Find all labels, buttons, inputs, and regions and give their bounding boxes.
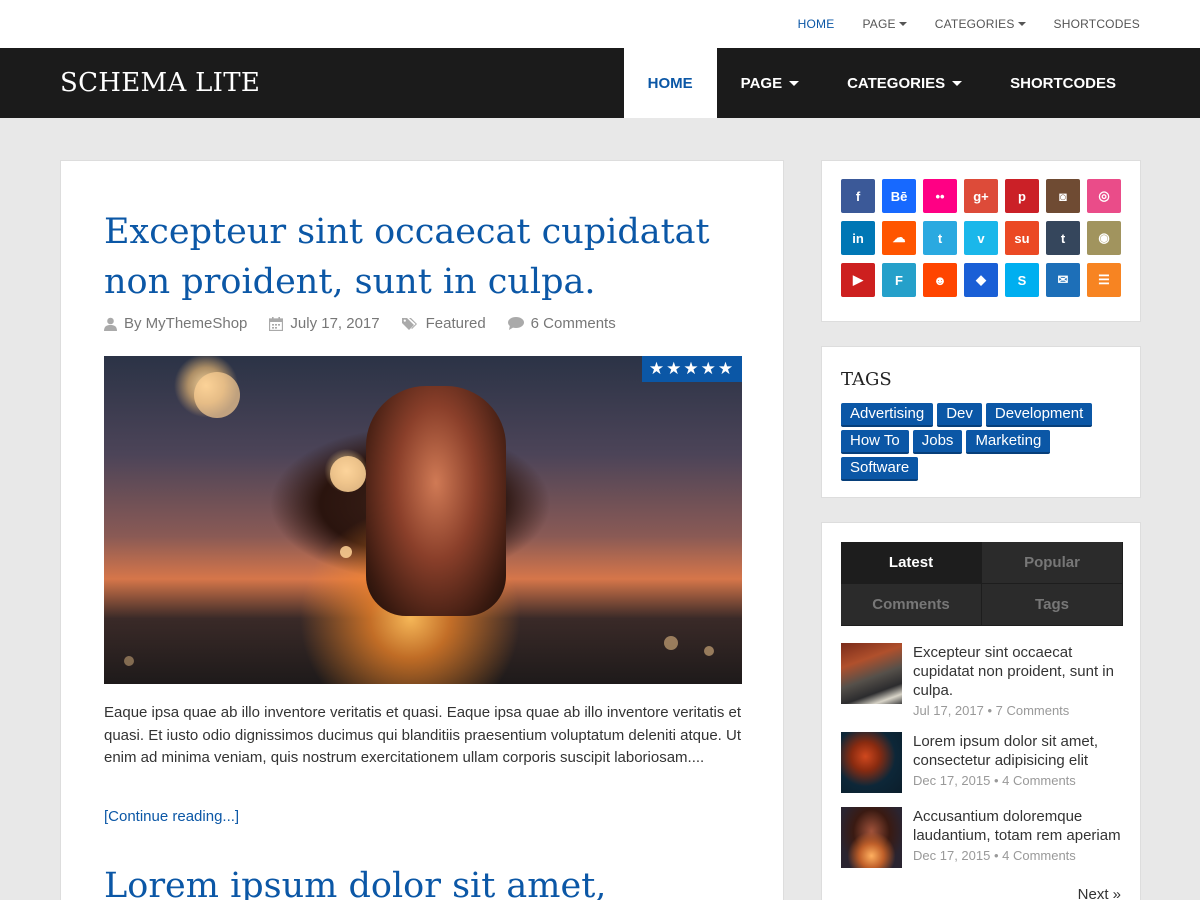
nav-home[interactable]: HOME — [623, 48, 717, 118]
secondary-nav-shortcodes[interactable]: SHORTCODES — [1054, 17, 1140, 31]
dropbox-icon[interactable]: ◆ — [964, 263, 998, 297]
caret-down-icon — [952, 80, 963, 86]
site-logo[interactable]: SCHEMA LITE — [60, 68, 260, 98]
youtube-icon[interactable]: ▶ — [841, 263, 875, 297]
next-page-link[interactable]: Next » — [1078, 886, 1121, 900]
social-widget: f Bē •• g+ p ◙ ◎ in ☁ t v su t ◉ ▶ F ☻ ◆ S ✉ ☰ — [821, 160, 1141, 322]
list-item-title[interactable]: Lorem ipsum dolor sit amet, consectetur … — [913, 732, 1123, 770]
site-header: SCHEMA LITE HOME PAGE CATEGORIES SHORTCO… — [0, 48, 1200, 118]
list-item-meta: Dec 17, 2015 • 4 Comments — [913, 773, 1076, 788]
portrait-figure — [366, 386, 506, 616]
list-item-title[interactable]: Accusantium doloremque laudantium, totam… — [913, 807, 1123, 845]
post-comments: 6 Comments — [507, 315, 616, 332]
pinterest-icon[interactable]: p — [1005, 179, 1039, 213]
tags-widget-title: TAGS — [841, 369, 892, 390]
post-author-text[interactable]: By MyThemeShop — [124, 315, 247, 332]
secondary-nav-bar: HOME PAGE CATEGORIES SHORTCODES — [0, 0, 1200, 48]
linkedin-icon[interactable]: in — [841, 221, 875, 255]
tag-jobs[interactable]: Jobs — [912, 430, 963, 454]
post-author: By MyThemeShop — [104, 315, 247, 332]
google-plus-icon[interactable]: g+ — [964, 179, 998, 213]
tag-software[interactable]: Software — [841, 457, 919, 481]
list-item: Lorem ipsum dolor sit amet, consectetur … — [841, 732, 1123, 793]
tab-popular[interactable]: Popular — [982, 542, 1123, 584]
latest-posts-list: Excepteur sint occaecat cupidatat non pr… — [841, 643, 1123, 882]
post-thumbnail[interactable] — [841, 807, 902, 868]
list-item: Accusantium doloremque laudantium, totam… — [841, 807, 1123, 868]
tab-latest[interactable]: Latest — [841, 542, 982, 584]
email-icon[interactable]: ✉ — [1046, 263, 1080, 297]
flickr-icon[interactable]: •• — [923, 179, 957, 213]
tumblr-icon[interactable]: t — [1046, 221, 1080, 255]
primary-nav: HOME PAGE CATEGORIES SHORTCODES — [623, 48, 1140, 118]
soundcloud-icon[interactable]: ☁ — [882, 221, 916, 255]
continue-reading-link[interactable]: [Continue reading...] — [104, 808, 239, 825]
widget-tabbar: Latest Popular Comments Tags — [841, 542, 1123, 626]
post-category-text[interactable]: Featured — [426, 315, 486, 332]
user-icon — [104, 317, 117, 331]
caret-down-icon — [789, 80, 800, 86]
main-content: Excepteur sint occaecat cupidatat non pr… — [60, 160, 784, 900]
github-icon[interactable]: ◉ — [1087, 221, 1121, 255]
post-title[interactable]: Excepteur sint occaecat cupidatat non pr… — [104, 207, 724, 307]
secondary-nav-page[interactable]: PAGE — [862, 17, 907, 31]
secondary-nav-categories[interactable]: CATEGORIES — [935, 17, 1026, 31]
twitter-icon[interactable]: t — [923, 221, 957, 255]
instagram-icon[interactable]: ◙ — [1046, 179, 1080, 213]
tag-cloud: Advertising Dev Development How To Jobs … — [841, 403, 1121, 484]
post-thumbnail[interactable] — [841, 643, 902, 704]
facebook-icon[interactable]: f — [841, 179, 875, 213]
post-date: July 17, 2017 — [269, 315, 380, 332]
list-item-meta: Jul 17, 2017 • 7 Comments — [913, 703, 1070, 718]
post-comments-text[interactable]: 6 Comments — [531, 315, 616, 332]
caret-down-icon — [1017, 22, 1026, 26]
tags-widget: TAGS Advertising Dev Development How To … — [821, 346, 1141, 498]
secondary-nav-home[interactable]: HOME — [798, 17, 835, 31]
reddit-icon[interactable]: ☻ — [923, 263, 957, 297]
post-category: Featured — [401, 315, 486, 332]
comment-icon — [507, 317, 524, 330]
caret-down-icon — [898, 22, 907, 26]
vimeo-icon[interactable]: v — [964, 221, 998, 255]
behance-icon[interactable]: Bē — [882, 179, 916, 213]
dribbble-icon[interactable]: ◎ — [1087, 179, 1121, 213]
nav-categories[interactable]: CATEGORIES — [823, 48, 986, 118]
tags-icon — [401, 317, 417, 330]
tag-dev[interactable]: Dev — [937, 403, 982, 427]
tag-development[interactable]: Development — [985, 403, 1093, 427]
tab-comments[interactable]: Comments — [841, 584, 982, 626]
list-item-title[interactable]: Excepteur sint occaecat cupidatat non pr… — [913, 643, 1123, 700]
rating-stars: ★★★★★ — [642, 356, 742, 382]
secondary-nav: HOME PAGE CATEGORIES SHORTCODES — [770, 0, 1140, 48]
list-item: Excepteur sint occaecat cupidatat non pr… — [841, 643, 1123, 718]
tab-tags[interactable]: Tags — [982, 584, 1123, 626]
featured-image[interactable]: ★★★★★ — [104, 356, 742, 684]
nav-shortcodes[interactable]: SHORTCODES — [986, 48, 1140, 118]
post-thumbnail[interactable] — [841, 732, 902, 793]
social-icons-grid: f Bē •• g+ p ◙ ◎ in ☁ t v su t ◉ ▶ F ☻ ◆ S ✉ ☰ — [841, 179, 1121, 297]
post-date-text: July 17, 2017 — [290, 315, 380, 332]
stumbleupon-icon[interactable]: su — [1005, 221, 1039, 255]
foursquare-icon[interactable]: F — [882, 263, 916, 297]
list-item-meta: Dec 17, 2015 • 4 Comments — [913, 848, 1076, 863]
nav-page[interactable]: PAGE — [717, 48, 823, 118]
next-post-title[interactable]: Lorem ipsum dolor sit amet, — [104, 861, 744, 900]
tag-how-to[interactable]: How To — [841, 430, 909, 454]
tag-advertising[interactable]: Advertising — [841, 403, 934, 427]
rss-icon[interactable]: ☰ — [1087, 263, 1121, 297]
skype-icon[interactable]: S — [1005, 263, 1039, 297]
post-meta: By MyThemeShop July 17, 2017 Featured 6 … — [104, 315, 638, 332]
calendar-icon — [269, 316, 284, 331]
post-excerpt: Eaque ipsa quae ab illo inventore verita… — [104, 704, 742, 766]
tag-marketing[interactable]: Marketing — [966, 430, 1051, 454]
tabs-widget: Latest Popular Comments Tags Excepteur s… — [821, 522, 1141, 900]
